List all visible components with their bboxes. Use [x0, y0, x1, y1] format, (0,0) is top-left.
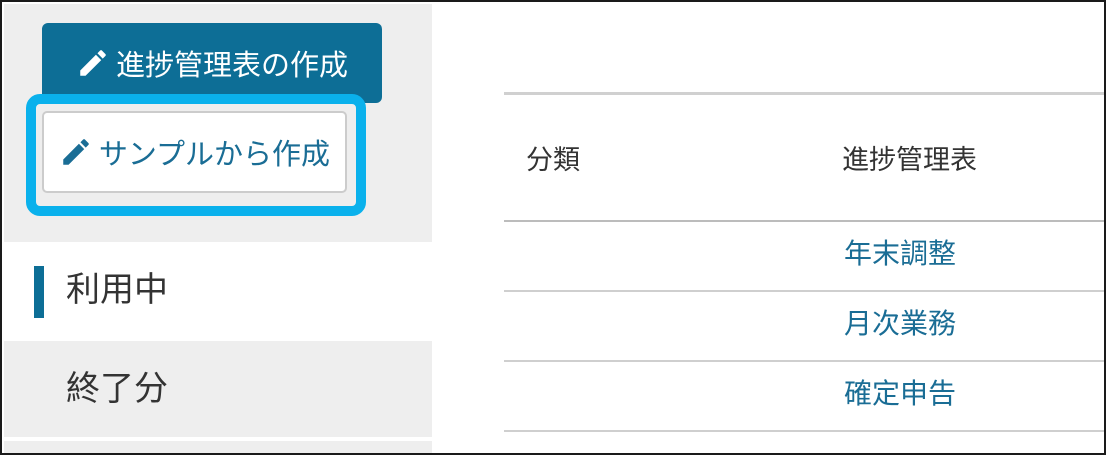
progress-sheet-link[interactable]: 年末調整 — [844, 238, 956, 270]
column-header-progress-sheet: 進捗管理表 — [842, 145, 977, 176]
pencil-icon — [59, 135, 93, 169]
sidebar-item-label: 利用中 — [66, 270, 168, 310]
progress-sheet-table: 分類 進捗管理表 年末調整 月次業務 確定申告 — [504, 92, 1104, 453]
create-progress-sheet-label: 進捗管理表の作成 — [115, 48, 348, 82]
sidebar-divider — [4, 437, 432, 441]
active-indicator — [34, 266, 44, 318]
create-from-sample-button[interactable]: サンプルから作成 — [42, 111, 347, 193]
sidebar-item-label: 終了分 — [66, 369, 168, 409]
table-row: 年末調整 — [504, 222, 1104, 292]
create-progress-sheet-button[interactable]: 進捗管理表の作成 — [42, 23, 382, 103]
table-row: 確定申告 — [504, 362, 1104, 432]
progress-sheet-link[interactable]: 確定申告 — [844, 378, 956, 410]
progress-sheet-link[interactable]: 月次業務 — [844, 308, 956, 340]
sidebar-item-finished[interactable]: 終了分 — [4, 341, 432, 437]
column-header-category: 分類 — [526, 145, 580, 176]
table-top-border — [504, 92, 1104, 95]
table-row: 月次業務 — [504, 292, 1104, 362]
sidebar: 進捗管理表の作成 サンプルから作成 利用中 終了分 — [4, 4, 432, 453]
create-from-sample-label: サンプルから作成 — [98, 137, 331, 171]
sidebar-item-in-use[interactable]: 利用中 — [4, 242, 432, 341]
pencil-icon — [76, 46, 110, 80]
app-frame: 進捗管理表の作成 サンプルから作成 利用中 終了分 分類 進捗管理表 年末調整 — [0, 0, 1106, 455]
